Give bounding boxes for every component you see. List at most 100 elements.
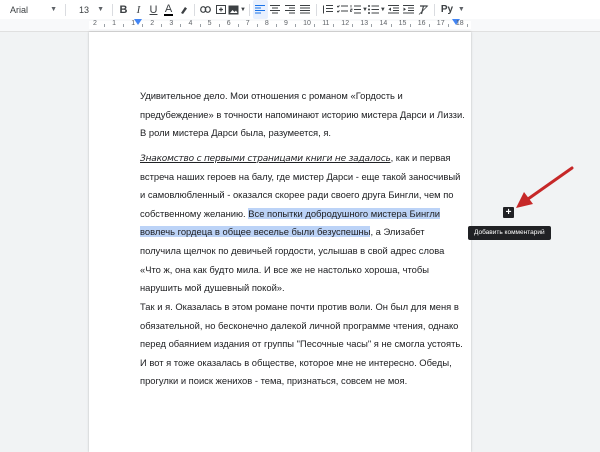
line-spacing-button[interactable]: [320, 0, 335, 19]
paragraph[interactable]: Так и я. Оказалась в этом романе почти п…: [140, 298, 470, 391]
underlined-link-text[interactable]: Знакомство с первыми страницами книги не…: [140, 154, 391, 164]
text-line: вовлечь гордеца в общее веселье были без…: [140, 223, 470, 242]
align-right-icon: [285, 5, 296, 14]
align-left-button[interactable]: [252, 0, 268, 19]
text-line: Знакомство с первыми страницами книги не…: [140, 149, 470, 168]
highlight-button[interactable]: [176, 0, 191, 19]
ruler-number: 9: [284, 20, 288, 27]
ruler-tick: [314, 24, 316, 27]
text-line: получила щелчок по девичьей гордости, ус…: [140, 244, 445, 256]
ruler-tick: [123, 24, 125, 27]
text-line: Так и я. Оказалась в этом романе почти п…: [140, 301, 459, 312]
input-tools-dropdown[interactable]: Ру ▼: [438, 0, 468, 19]
checklist-icon: [336, 5, 348, 13]
text-line: Удивительное дело. Мои отношения с роман…: [140, 90, 403, 101]
ruler-number: 7: [245, 20, 250, 27]
horizontal-ruler[interactable]: 2 1 1 2 3 4 5 6 7 8 9 10 11 12 13 14 15 16 17 18: [0, 19, 600, 32]
ruler-number: 5: [207, 20, 212, 27]
line-spacing-icon: [322, 5, 333, 14]
font-size-value: 13: [79, 4, 90, 15]
text-color-button[interactable]: A: [161, 0, 176, 19]
comment-plus-icon: [215, 4, 226, 14]
add-comment-toolbar-button[interactable]: [213, 0, 228, 19]
text-line: В роли мистера Дарси была, разумеется, я…: [140, 127, 332, 139]
language-label: Ру: [440, 4, 454, 15]
toolbar-divider: [194, 3, 195, 16]
link-icon: [200, 6, 211, 13]
add-comment-icon[interactable]: +: [503, 207, 514, 218]
text-line: прогулки и поиск женихов - тема, признат…: [140, 375, 408, 387]
ruler-tick: [275, 24, 277, 27]
highlighter-icon: [180, 6, 187, 14]
insert-link-button[interactable]: [198, 0, 213, 19]
paragraph[interactable]: Удивительное дело. Мои отношения с роман…: [140, 87, 470, 143]
ruler-tick: [447, 24, 449, 27]
ruler-tick: [180, 24, 182, 27]
font-family-value: Arial: [10, 4, 29, 15]
text-line: нарушить мой душевный покой».: [140, 282, 285, 294]
ruler-number: 8: [264, 20, 269, 27]
selected-text: Все попытки добродушного мистера Бингли: [248, 207, 441, 219]
left-indent-marker[interactable]: [134, 19, 142, 25]
ruler-tick: [390, 24, 392, 27]
ruler-number: 1: [131, 20, 136, 27]
bulleted-list-button[interactable]: ▼: [367, 0, 386, 19]
text-span: , как и первая: [390, 152, 451, 163]
text-line: и самовлюбленный - оказался скорее ради …: [140, 189, 454, 201]
text-line: обязательной, но бесконечно далекой личн…: [140, 319, 459, 331]
toolbar-divider: [433, 3, 435, 16]
align-center-icon: [270, 5, 281, 14]
numbered-list-icon: [350, 5, 361, 14]
chevron-down-icon: ▼: [457, 6, 465, 13]
toolbar-divider: [315, 3, 317, 16]
font-family-dropdown[interactable]: Arial ▼: [0, 0, 62, 19]
ruler-number: 16: [417, 20, 426, 27]
text-line: перед обаянием издания от группы "Песочн…: [140, 338, 463, 350]
justify-button[interactable]: [298, 0, 313, 19]
decrease-indent-button[interactable]: [386, 0, 401, 19]
ruler-number: 15: [398, 20, 407, 27]
formatting-toolbar: Arial ▼ 13 ▼ B I U A ▼ ▼ ▼ Ру ▼: [0, 0, 600, 20]
checklist-button[interactable]: [335, 0, 350, 19]
chevron-down-icon: ▼: [97, 6, 104, 13]
ruler-tick: [428, 24, 430, 27]
ruler-number: 1: [112, 20, 116, 27]
clear-formatting-button[interactable]: [416, 0, 431, 19]
selected-text: вовлечь гордеца в общее веселье были без…: [140, 226, 371, 238]
align-right-button[interactable]: [283, 0, 298, 19]
ruler-number: 2: [93, 20, 97, 27]
ruler-tick: [352, 24, 354, 27]
text-line: предубеждение» в точности напоминают ист…: [140, 108, 465, 120]
ruler-number: 12: [341, 20, 350, 27]
font-size-dropdown[interactable]: 13 ▼: [69, 0, 109, 19]
align-center-button[interactable]: [268, 0, 283, 19]
outdent-icon: [387, 5, 399, 14]
add-comment-tooltip: Добавить комментарий: [468, 226, 551, 240]
ruler-tick: [371, 24, 373, 27]
text-span: , а Элизабет: [370, 226, 425, 238]
text-color-swatch: [164, 13, 173, 16]
ruler-number: 2: [150, 20, 155, 27]
insert-image-button[interactable]: ▼: [228, 0, 246, 19]
italic-button[interactable]: I: [131, 0, 146, 19]
ruler-tick: [142, 24, 144, 27]
text-color-letter: A: [164, 2, 173, 15]
numbered-list-button[interactable]: ▼: [350, 0, 368, 19]
ruler-tick: [104, 24, 105, 27]
chevron-down-icon: ▼: [240, 6, 246, 13]
ruler-number: 14: [379, 20, 388, 27]
ruler-number: 3: [169, 20, 174, 27]
paragraph[interactable]: Знакомство с первыми страницами книги не…: [140, 149, 470, 298]
bold-button[interactable]: B: [116, 0, 131, 19]
underline-button[interactable]: U: [146, 0, 161, 19]
chevron-down-icon: ▼: [50, 6, 57, 13]
increase-indent-button[interactable]: [401, 0, 416, 19]
text-line: собственному желанию. Все попытки доброд…: [140, 205, 470, 224]
ruler-tick: [409, 24, 411, 27]
toolbar-divider: [248, 3, 250, 16]
ruler-number: 10: [303, 20, 311, 27]
ruler-number: 11: [322, 20, 330, 27]
toolbar-divider: [65, 3, 66, 16]
text-line: встреча наших героев на балу, где мистер…: [140, 170, 461, 182]
toolbar-divider: [112, 3, 113, 16]
